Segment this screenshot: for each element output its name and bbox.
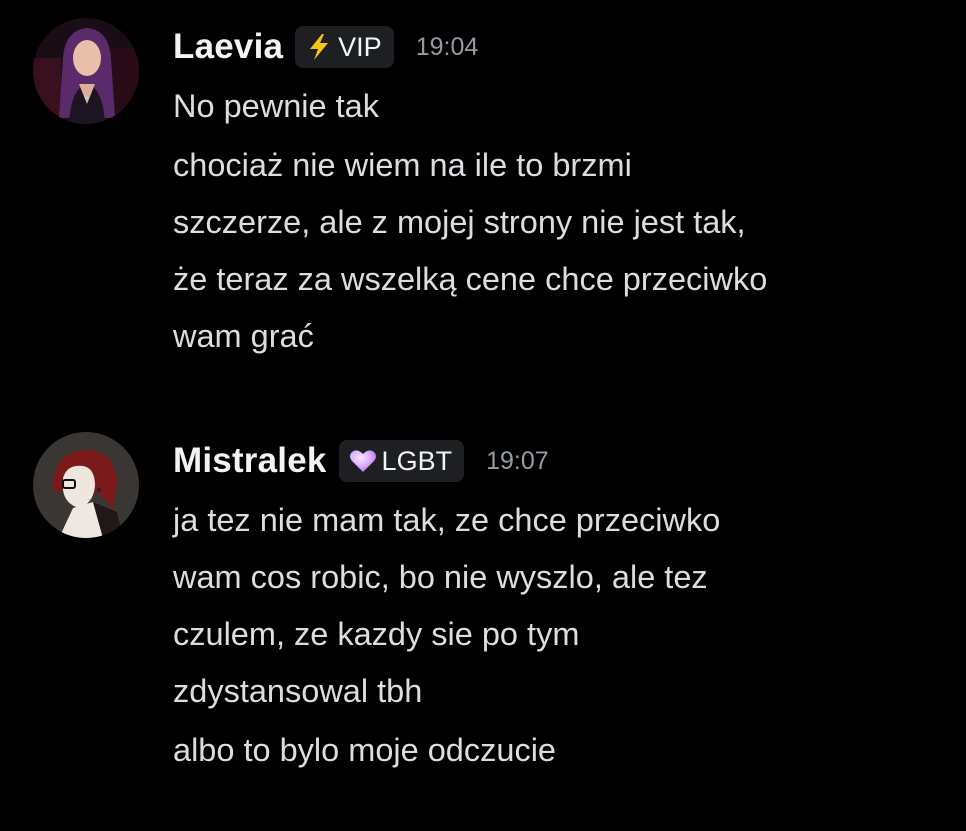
role-tag[interactable]: LGBT bbox=[338, 440, 465, 482]
message-text: chociaż nie wiem na ile to brzmi szczerz… bbox=[173, 147, 768, 354]
role-label: LGBT bbox=[381, 445, 453, 476]
role-label: VIP bbox=[338, 31, 382, 62]
username[interactable]: Laevia bbox=[173, 27, 283, 67]
timestamp: 19:04 bbox=[415, 32, 479, 61]
purple-heart-icon bbox=[348, 446, 378, 476]
lightning-bolt-icon bbox=[304, 32, 334, 62]
role-tag[interactable]: VIP bbox=[295, 26, 394, 68]
message-text: No pewnie tak bbox=[173, 88, 379, 124]
username[interactable]: Mistralek bbox=[173, 441, 327, 481]
avatar[interactable] bbox=[33, 432, 139, 538]
message-header: Laevia VIP 19:04 bbox=[173, 23, 478, 71]
avatar-image bbox=[33, 18, 139, 124]
message-header: Mistralek LGBT 19:07 bbox=[173, 437, 549, 485]
message-content: ja tez nie mam tak, ze chce przeciwko wa… bbox=[173, 492, 953, 779]
message-content: No pewnie tak chociaż nie wiem na ile to… bbox=[173, 78, 953, 365]
message-text: albo to bylo moje odczucie bbox=[173, 732, 557, 768]
message-text: ja tez nie mam tak, ze chce przeciwko wa… bbox=[173, 502, 721, 709]
timestamp: 19:07 bbox=[486, 446, 549, 475]
avatar[interactable] bbox=[33, 18, 139, 124]
avatar-image bbox=[33, 432, 139, 538]
